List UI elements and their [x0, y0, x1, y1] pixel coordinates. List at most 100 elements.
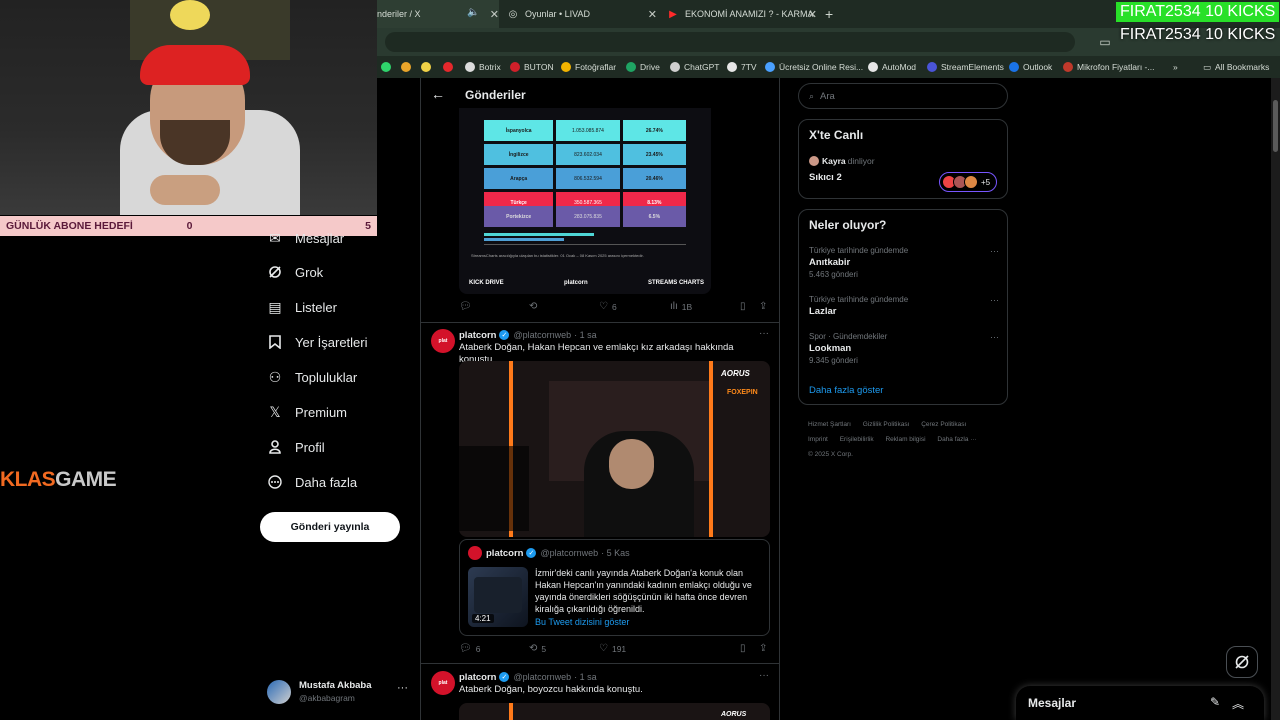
reply-icon: 💬︎ — [459, 643, 472, 654]
tweet-image-language-stats[interactable]: İspanyolca 1.053.085.874 26.74% İngilizc… — [459, 108, 711, 294]
more-icon[interactable]: ··· — [990, 295, 999, 305]
scrollbar[interactable] — [1271, 78, 1280, 720]
bookmarks-overflow-icon[interactable]: » — [1173, 56, 1178, 78]
stats-row: İspanyolca 1.053.085.874 26.74% — [484, 120, 687, 141]
new-tab-button[interactable]: + — [825, 0, 833, 28]
stats-share: 23.45% — [622, 144, 687, 165]
live-listeners[interactable]: +5 — [939, 172, 997, 192]
tweet-time[interactable]: · 1 sa — [574, 672, 597, 682]
tweet-author-name[interactable]: platcorn — [459, 672, 496, 683]
more-icon[interactable]: ··· — [990, 332, 999, 342]
footer-link[interactable]: Daha fazla ··· — [937, 436, 976, 443]
nav-bookmarks[interactable]: Yer İşaretleri — [267, 331, 368, 353]
nav-label: Daha fazla — [295, 474, 358, 490]
bookmark-label: ChatGPT — [684, 62, 720, 72]
footer-link[interactable]: Gizlilik Politikası — [863, 421, 910, 428]
tweet-author-name[interactable]: platcorn — [459, 330, 496, 341]
footer-link[interactable]: Çerez Politikası — [921, 421, 966, 428]
bookmark-icon-1[interactable] — [381, 56, 395, 78]
more-icon[interactable]: ··· — [397, 682, 408, 694]
nav-lists[interactable]: ▤ Listeler — [267, 296, 337, 318]
show-thread-link[interactable]: Bu Tweet dizisini göster — [535, 617, 629, 627]
grok-button[interactable] — [1226, 646, 1258, 678]
tweet-video[interactable]: AORUS — [459, 703, 770, 720]
more-icon[interactable]: ··· — [990, 246, 999, 256]
nav-messages[interactable]: ✉ Mesajlar — [267, 227, 344, 249]
chevron-up-icon[interactable]: ︽ — [1232, 695, 1244, 712]
browser-tab-youtube[interactable]: ▶ EKONOMİ ANAMIZI ? - KARMA ✕ — [667, 0, 817, 28]
bookmark-7tv[interactable]: 7TV — [727, 56, 757, 78]
browser-tab-active[interactable]: nderiler / X ✕ — [377, 0, 499, 28]
bookmark-label: Drive — [640, 62, 660, 72]
like-button[interactable]: ♡ 6 — [599, 301, 617, 312]
bookmark-drive[interactable]: Drive — [626, 56, 660, 78]
tweet-author-handle[interactable]: @platcornweb — [513, 330, 571, 340]
footer-link[interactable]: Imprint — [808, 436, 828, 443]
address-bar[interactable] — [385, 32, 1075, 52]
retweet-button[interactable]: ⟲ — [529, 301, 541, 312]
bookmark-label: 7TV — [741, 62, 757, 72]
live-space-title[interactable]: Sıkıcı 2 — [809, 172, 842, 183]
bookmark-button[interactable]: ▯ — [740, 301, 750, 312]
bookmark-icon-2[interactable] — [401, 56, 415, 78]
messages-drawer[interactable]: Mesajlar ✎ ︽ — [1016, 686, 1264, 720]
close-tab-icon[interactable]: ✕ — [648, 8, 657, 21]
close-tab-icon[interactable]: ✕ — [490, 8, 499, 21]
bookmark-resim[interactable]: Ücretsiz Online Resi... — [765, 56, 863, 78]
audio-icon[interactable]: 🔈 — [467, 7, 479, 18]
reply-button[interactable]: 💬︎ — [459, 301, 476, 312]
tweet-author-handle[interactable]: @platcornweb — [513, 672, 571, 682]
bookmark-icon-4[interactable] — [443, 56, 457, 78]
live-host[interactable]: Kayra dinliyor — [809, 156, 875, 166]
bookmark-botrix[interactable]: Botrix — [465, 56, 501, 78]
nav-grok[interactable]: Grok — [267, 261, 323, 283]
cast-icon[interactable]: ▭ — [1098, 35, 1112, 49]
nav-communities[interactable]: ⚇ Topluluklar — [267, 366, 357, 388]
more-icon[interactable]: ··· — [759, 670, 769, 681]
all-bookmarks[interactable]: ▭ All Bookmarks — [1203, 56, 1269, 78]
trend-item[interactable]: Türkiye tarihinde gündemde Anıtkabir 5.4… — [809, 246, 999, 279]
trend-item[interactable]: Türkiye tarihinde gündemde Lazlar ··· — [809, 295, 999, 317]
bookmark-outlook[interactable]: Outlook — [1009, 56, 1052, 78]
more-icon[interactable]: ··· — [759, 328, 769, 339]
quoted-video-thumbnail[interactable]: 4:21 — [468, 567, 528, 627]
nav-more[interactable]: Daha fazla — [267, 471, 357, 493]
trend-item[interactable]: Spor · Gündemdekiler Lookman 9.345 gönde… — [809, 332, 999, 365]
scrollbar-thumb[interactable] — [1273, 100, 1278, 152]
bookmark-automod[interactable]: AutoMod — [868, 56, 916, 78]
show-more-link[interactable]: Daha fazla göster — [809, 385, 883, 396]
nav-profile[interactable]: Profil — [267, 436, 325, 458]
post-button[interactable]: Gönderi yayınla — [260, 512, 400, 542]
close-tab-icon[interactable]: ✕ — [808, 8, 817, 21]
share-button[interactable]: ⇪ — [759, 643, 771, 654]
quoted-tweet[interactable]: platcorn ✓ @platcornweb · 5 Kas 4:21 İzm… — [459, 539, 770, 636]
bookmark-label: Ücretsiz Online Resi... — [779, 62, 864, 72]
bookmark-fotograflar[interactable]: Fotoğraflar — [561, 56, 616, 78]
tweet-time[interactable]: · 1 sa — [574, 330, 597, 340]
footer-link[interactable]: Erişilebilirlik — [840, 436, 874, 443]
bookmark-chatgpt[interactable]: ChatGPT — [670, 56, 719, 78]
avatar[interactable]: plat — [431, 671, 455, 695]
footer-link[interactable]: Hizmet Şartları — [808, 421, 851, 428]
footer-link[interactable]: Reklam bilgisi — [885, 436, 925, 443]
retweet-button[interactable]: ⟲ 5 — [529, 643, 546, 654]
browser-tab-livad[interactable]: ◎ Oyunlar • LIVAD ✕ — [507, 0, 657, 28]
like-button[interactable]: ♡ 191 — [599, 643, 626, 654]
bookmark-button[interactable]: ▯ — [740, 643, 750, 654]
streamer-hand — [150, 175, 220, 205]
account-switcher[interactable]: Mustafa Akbaba @akbabagram ··· — [267, 678, 412, 710]
bookmark-mikrofon[interactable]: Mikrofon Fiyatları -... — [1063, 56, 1154, 78]
bookmark-streamelements[interactable]: StreamElements — [927, 56, 1004, 78]
back-arrow-icon[interactable]: ← — [431, 86, 445, 102]
reply-button[interactable]: 💬︎ 6 — [459, 643, 480, 654]
compose-message-icon[interactable]: ✎ — [1210, 695, 1220, 709]
nav-label: Listeler — [295, 299, 337, 315]
search-input[interactable]: ⌕ Ara — [798, 83, 1008, 109]
bookmark-buton[interactable]: BUTON — [510, 56, 554, 78]
views-button[interactable]: ılı 1B — [670, 301, 692, 312]
tweet-video[interactable]: AORUS FOXEPIN — [459, 361, 770, 537]
nav-premium[interactable]: 𝕏 Premium — [267, 401, 347, 423]
bookmark-icon-3[interactable] — [421, 56, 435, 78]
share-button[interactable]: ⇪ — [759, 301, 771, 312]
avatar[interactable]: plat — [431, 329, 455, 353]
